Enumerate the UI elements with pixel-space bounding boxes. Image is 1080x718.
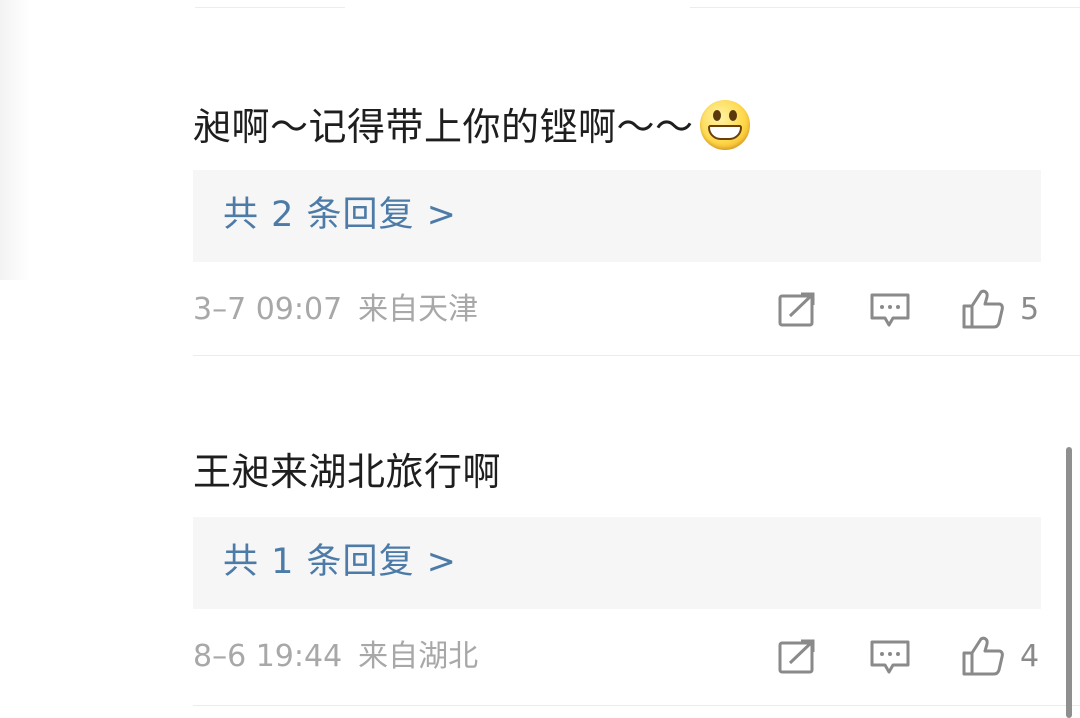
comment-time: 8–6 19:44 [193, 639, 343, 674]
comment-list-screen: 昶啊～记得带上你的铿啊～～ 共 2 条回复 > 3–7 09:07 来自天津 5 … [0, 0, 1080, 718]
comment-divider [193, 705, 1080, 706]
reply-summary-box[interactable]: 共 2 条回复 > [193, 170, 1041, 262]
comment-item: 王昶来湖北旅行啊 共 1 条回复 > 8–6 19:44 来自湖北 4 [193, 360, 1080, 718]
comment-body: 昶啊～记得带上你的铿啊～～ [193, 105, 694, 149]
comment-location: 来自湖北 [358, 639, 479, 674]
comment-meta: 3–7 09:07 来自天津 [193, 290, 478, 330]
view-replies-link[interactable]: 共 1 条回复 > [223, 537, 457, 587]
grinning-face-emoji-icon [699, 100, 750, 150]
comment-text: 王昶来湖北旅行啊 [193, 448, 501, 496]
left-edge-shadow [0, 0, 30, 280]
scrollbar-thumb[interactable] [1066, 447, 1072, 718]
thumbs-up-icon[interactable] [961, 288, 1005, 330]
like-count: 4 [1020, 639, 1040, 674]
comment-bubble-icon[interactable] [869, 292, 911, 330]
comment-location: 来自天津 [358, 292, 479, 327]
comment-body: 王昶来湖北旅行啊 [193, 450, 502, 494]
comment-bubble-icon[interactable] [869, 639, 911, 677]
reply-summary-box[interactable]: 共 1 条回复 > [193, 517, 1041, 609]
comment-time: 3–7 09:07 [193, 292, 343, 327]
share-edit-icon[interactable] [777, 292, 817, 328]
comment-item: 昶啊～记得带上你的铿啊～～ 共 2 条回复 > 3–7 09:07 来自天津 5 [193, 0, 1080, 360]
like-count: 5 [1020, 292, 1040, 327]
comment-text: 昶啊～记得带上你的铿啊～～ [193, 100, 750, 151]
comment-meta: 8–6 19:44 来自湖北 [193, 637, 478, 677]
comment-divider [193, 355, 1080, 356]
thumbs-up-icon[interactable] [961, 635, 1005, 677]
share-edit-icon[interactable] [777, 639, 817, 675]
view-replies-link[interactable]: 共 2 条回复 > [223, 190, 457, 240]
